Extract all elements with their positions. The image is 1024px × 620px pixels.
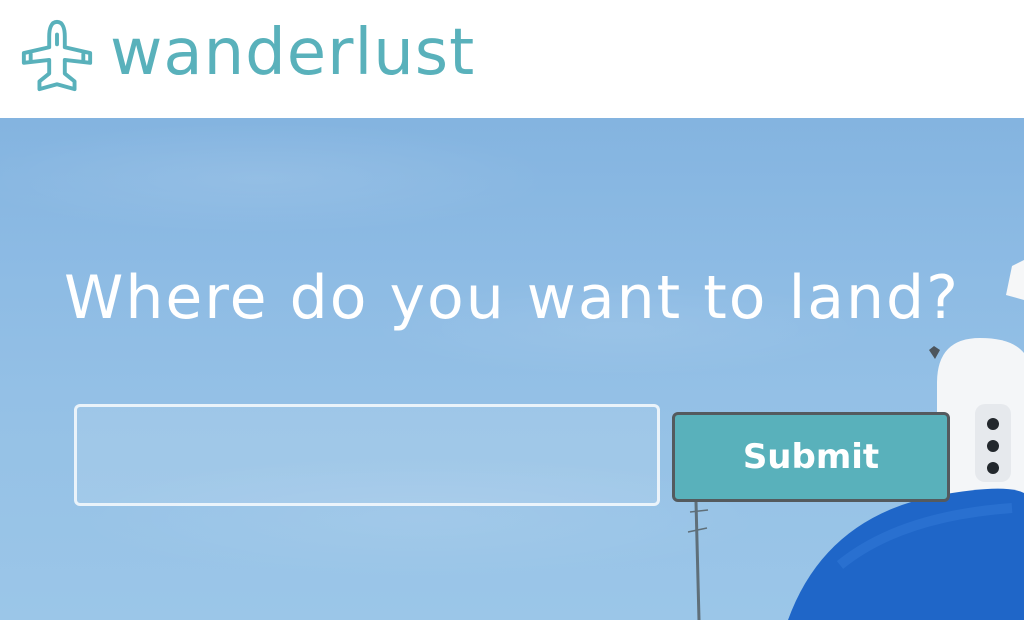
antenna-pole — [687, 501, 709, 620]
airplane-icon — [21, 19, 93, 92]
hero-heading: Where do you want to land? — [64, 263, 960, 333]
hero-section: Where do you want to land? Submit — [0, 118, 1024, 620]
top-navigation-bar: wanderlust — [0, 0, 1024, 118]
destination-input[interactable] — [74, 404, 660, 506]
santorini-chapel-illustration — [687, 260, 1024, 620]
destination-search-form: Submit — [74, 404, 954, 514]
brand-name: wanderlust — [110, 16, 476, 90]
submit-button[interactable]: Submit — [672, 412, 950, 502]
brand-home-link[interactable]: wanderlust — [18, 16, 475, 96]
page: wanderlust Where do you want to land? Su… — [0, 0, 1024, 620]
